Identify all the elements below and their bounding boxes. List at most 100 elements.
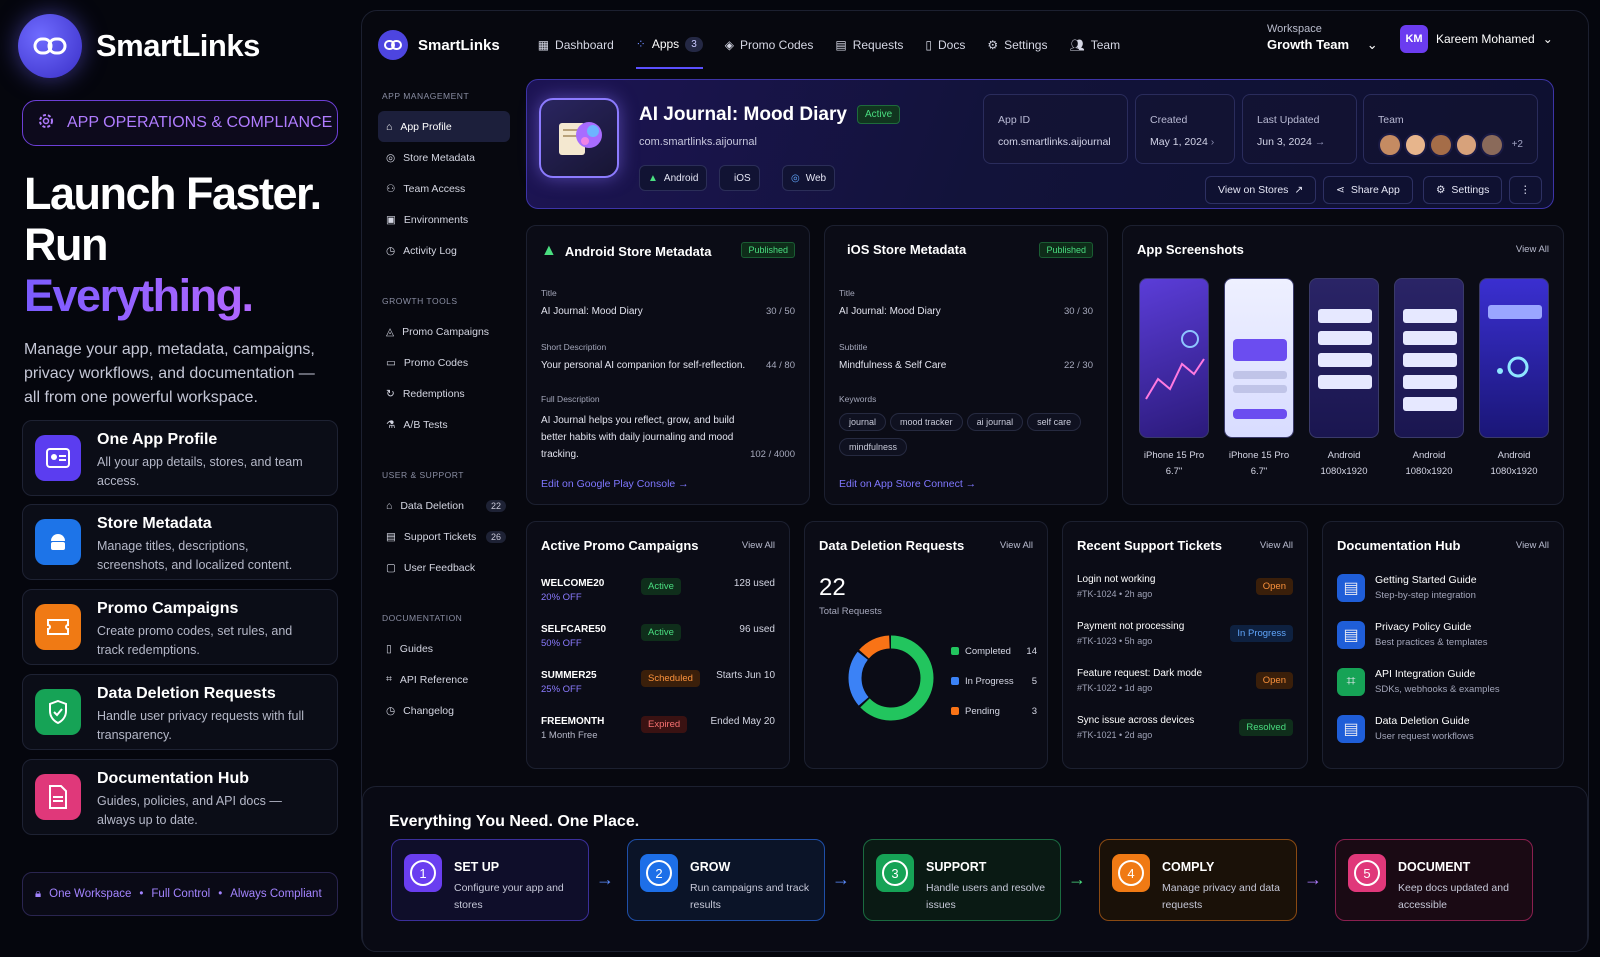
step-setup[interactable]: 1 SET UP Configure your app and stores bbox=[391, 839, 589, 921]
nav-docs[interactable]: ▯ Docs bbox=[925, 21, 965, 69]
nav-logo[interactable]: SmartLinks bbox=[378, 30, 500, 60]
screenshot-label: Android 1080x1920 bbox=[1389, 448, 1469, 480]
promo-info: 128 used bbox=[733, 578, 775, 589]
sidebar-item-guides[interactable]: ▯ Guides bbox=[378, 633, 510, 664]
view-all-link[interactable]: View All bbox=[1516, 540, 1549, 551]
lock-icon: 🔒︎ bbox=[35, 887, 42, 900]
step-document[interactable]: 5 DOCUMENT Keep docs updated and accessibl… bbox=[1335, 839, 1533, 921]
screenshot-thumb[interactable] bbox=[1309, 278, 1379, 438]
promo-row[interactable]: SELFCARE50 50% OFF Active 96 used bbox=[541, 624, 775, 649]
sidebar-item-promo-codes[interactable]: ▭ Promo Codes bbox=[378, 347, 510, 378]
sidebar-item-activity-log[interactable]: ◷ Activity Log bbox=[378, 235, 510, 266]
settings-button[interactable]: ⚙︎ Settings bbox=[1423, 176, 1503, 204]
doc-item[interactable]: Privacy Policy Guide Best practices & tem… bbox=[1375, 621, 1487, 648]
char-count: 102 / 4000 bbox=[750, 449, 795, 460]
sidebar-item-redemptions[interactable]: ↻ Redemptions bbox=[378, 378, 510, 409]
feature-documentation-hub[interactable]: Documentation Hub Guides, policies, and A… bbox=[22, 759, 338, 835]
platform-label: Web bbox=[805, 172, 827, 184]
view-on-stores-button[interactable]: View on Stores ↗ bbox=[1205, 176, 1317, 204]
platform-web[interactable]: ◎ Web bbox=[782, 165, 836, 191]
nav-requests[interactable]: ▤ Requests bbox=[835, 21, 903, 69]
share-app-button[interactable]: ⋖ Share App bbox=[1323, 176, 1413, 204]
screenshot-thumb[interactable] bbox=[1479, 278, 1549, 438]
doc-desc: Step-by-step integration bbox=[1375, 590, 1476, 601]
workspace-switcher[interactable]: Workspace Growth Team ⌄ bbox=[1267, 21, 1378, 53]
promo-row[interactable]: FREEMONTH 1 Month Free Expired Ended May 20 bbox=[541, 716, 775, 741]
footer-item: Always Compliant bbox=[230, 888, 322, 900]
feature-promo-campaigns[interactable]: Promo Campaigns Create promo codes, set r… bbox=[22, 589, 338, 665]
screenshot-label: Android 1080x1920 bbox=[1304, 448, 1384, 480]
platform-android[interactable]: ▲ Android bbox=[639, 165, 708, 191]
view-all-link[interactable]: View All bbox=[1260, 540, 1293, 551]
sidebar-item-team-access[interactable]: ⚇ Team Access bbox=[378, 173, 510, 204]
feature-store-metadata[interactable]: Store Metadata Manage titles, description… bbox=[22, 504, 338, 580]
nav-label: Requests bbox=[852, 38, 904, 52]
edit-google-play-link[interactable]: Edit on Google Play Console → bbox=[541, 478, 689, 490]
sidebar-item-label: User Feedback bbox=[403, 561, 476, 574]
ticket-row[interactable]: Feature request: Dark mode #TK-1022 • 1d … bbox=[1077, 668, 1293, 693]
ticket-row[interactable]: Sync issue across devices #TK-1021 • 2d a… bbox=[1077, 715, 1293, 740]
user-menu[interactable]: KM Kareem Mohamed ⌄ bbox=[1400, 25, 1553, 53]
step-support[interactable]: 3 SUPPORT Handle users and resolve issues bbox=[863, 839, 1061, 921]
step-comply[interactable]: 4 COMPLY Manage privacy and data requests bbox=[1099, 839, 1297, 921]
sidebar-item-app-profile[interactable]: ⌂ App Profile bbox=[378, 111, 510, 142]
promo-row[interactable]: SUMMER25 25% OFF Scheduled Starts Jun 10 bbox=[541, 670, 775, 695]
nav-promo-codes[interactable]: ◈ Promo Codes bbox=[725, 21, 814, 69]
doc-item[interactable]: Data Deletion Guide User request workflow… bbox=[1375, 715, 1474, 742]
avatar bbox=[1480, 133, 1504, 157]
ticket-row[interactable]: Login not working #TK-1024 • 2h ago Open bbox=[1077, 574, 1293, 599]
sidebar-item-changelog[interactable]: ◷ Changelog bbox=[378, 695, 510, 726]
platform-ios[interactable]: iOS bbox=[719, 165, 760, 191]
screenshot-thumb[interactable] bbox=[1394, 278, 1464, 438]
keyword-chip[interactable]: journal bbox=[839, 413, 887, 431]
nav-team[interactable]: 👥︎ Team bbox=[1069, 21, 1120, 69]
field-value: Mindfulness & Self Care bbox=[839, 360, 947, 371]
field-short-description: Short Description Your personal AI compan… bbox=[541, 342, 795, 371]
nav-apps[interactable]: ⁘ Apps 3 bbox=[635, 21, 703, 69]
field-label: Keywords bbox=[839, 394, 877, 404]
feature-app-profile[interactable]: One App Profile All your app details, sto… bbox=[22, 420, 338, 496]
nav-settings[interactable]: ⚙︎ Settings bbox=[987, 21, 1047, 69]
sidebar-item-api-reference[interactable]: ⌗ API Reference bbox=[378, 664, 510, 695]
view-all-link[interactable]: View All bbox=[1516, 244, 1549, 255]
nav-dashboard[interactable]: ▦ Dashboard bbox=[538, 21, 614, 69]
doc-item[interactable]: API Integration Guide SDKs, webhooks & ex… bbox=[1375, 668, 1500, 695]
sidebar-item-data-deletion[interactable]: ⌂ Data Deletion 22 bbox=[378, 490, 510, 521]
view-all-link[interactable]: View All bbox=[1000, 540, 1033, 551]
screenshot-thumb[interactable] bbox=[1224, 278, 1294, 438]
keyword-chip[interactable]: self care bbox=[1027, 413, 1082, 431]
team-avatars[interactable]: +2 bbox=[1378, 133, 1523, 157]
step-grow[interactable]: 2 GROW Run campaigns and track results bbox=[627, 839, 825, 921]
button-label: View on Stores bbox=[1218, 184, 1289, 196]
sidebar-section-title: USER & SUPPORT bbox=[382, 470, 464, 480]
sidebar-item-user-feedback[interactable]: ▢ User Feedback bbox=[378, 552, 510, 583]
sidebar-item-ab-tests[interactable]: ⚗ A/B Tests bbox=[378, 409, 510, 440]
hero-line-1: Launch Faster. bbox=[24, 168, 322, 219]
keyword-chip[interactable]: mindfulness bbox=[839, 438, 908, 456]
support-tickets-card: Recent Support Tickets View All Login no… bbox=[1062, 521, 1308, 769]
sidebar-item-support-tickets[interactable]: ▤ Support Tickets 26 bbox=[378, 521, 510, 552]
ops-tagline-text: APP OPERATIONS & COMPLIANCE bbox=[67, 114, 333, 131]
users-icon: ⚇ bbox=[386, 182, 396, 195]
sidebar-item-environments[interactable]: ▣ Environments bbox=[378, 204, 510, 235]
screenshot-thumb[interactable] bbox=[1139, 278, 1209, 438]
sidebar-item-promo-campaigns[interactable]: ◬ Promo Campaigns bbox=[378, 316, 510, 347]
feature-data-deletion[interactable]: Data Deletion Requests Handle user privac… bbox=[22, 674, 338, 750]
status-badge: In Progress bbox=[1230, 625, 1293, 642]
doc-item[interactable]: Getting Started Guide Step-by-step integr… bbox=[1375, 574, 1477, 601]
step-number-icon: 2 bbox=[640, 854, 678, 892]
promo-row[interactable]: WELCOME20 20% OFF Active 128 used bbox=[541, 578, 775, 603]
avatar: KM bbox=[1400, 25, 1428, 53]
screenshots-card: App Screenshots View All iPhone 15 Pro 6.… bbox=[1122, 225, 1564, 505]
view-all-link[interactable]: View All bbox=[742, 540, 775, 551]
total-requests-value: 22 bbox=[819, 574, 846, 601]
keyword-chip[interactable]: ai journal bbox=[966, 413, 1024, 431]
more-options-button[interactable]: ⋮ bbox=[1509, 176, 1542, 204]
team-more-count: +2 bbox=[1511, 139, 1523, 150]
refresh-icon: ↻ bbox=[386, 387, 395, 400]
keyword-chip[interactable]: mood tracker bbox=[890, 413, 963, 431]
edit-app-store-link[interactable]: Edit on App Store Connect → bbox=[839, 478, 976, 490]
sidebar-item-store-metadata[interactable]: ◎ Store Metadata bbox=[378, 142, 510, 173]
step-number: 5 bbox=[1354, 860, 1380, 886]
ticket-row[interactable]: Payment not processing #TK-1023 • 5h ago I… bbox=[1077, 621, 1293, 646]
